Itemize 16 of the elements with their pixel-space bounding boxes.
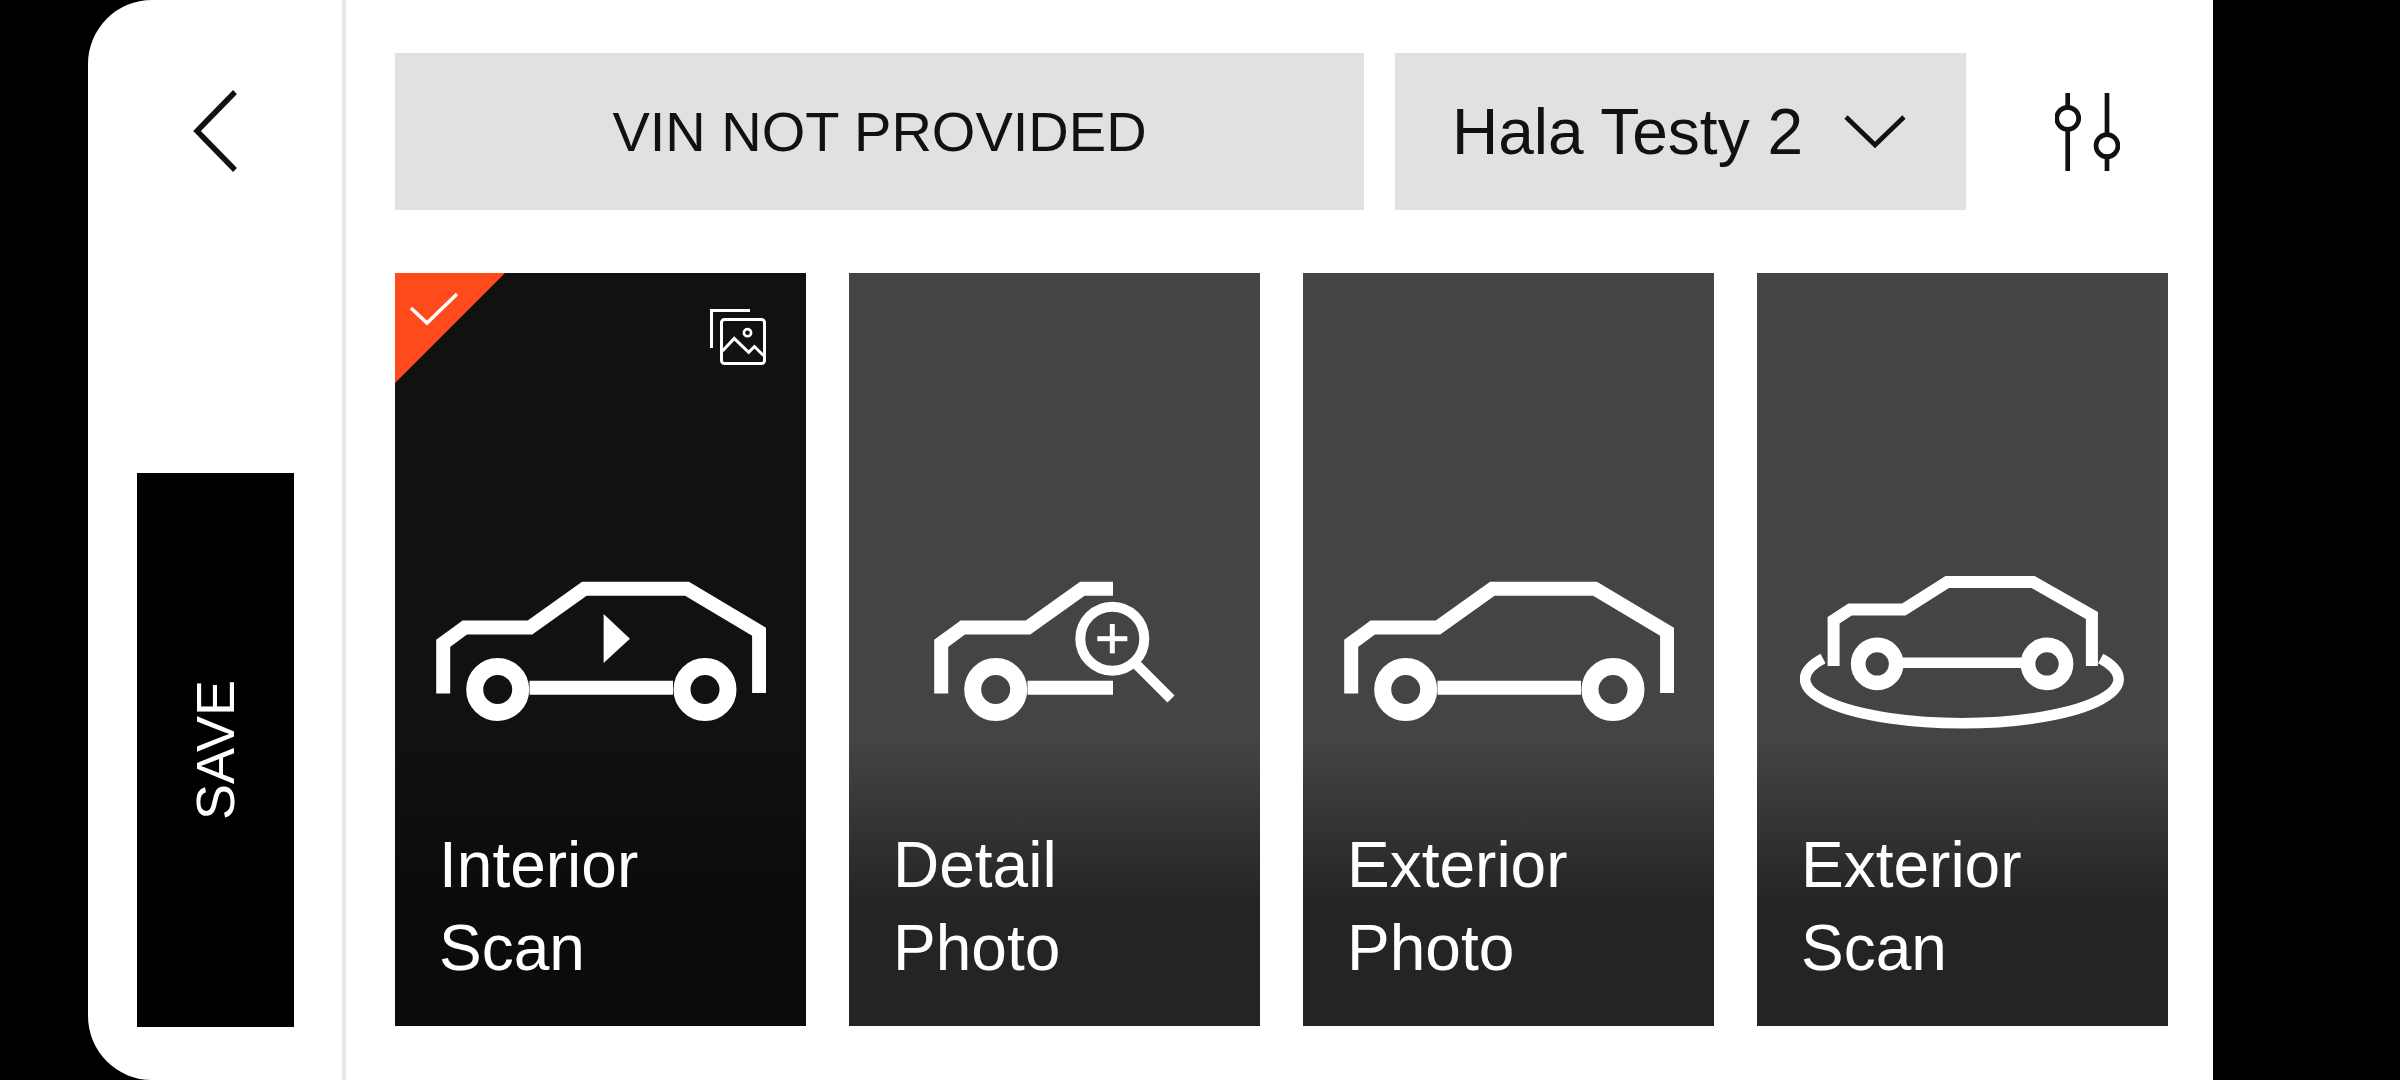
- car-with-magnifier-icon: [934, 581, 1175, 722]
- capture-mode-tile[interactable]: Exterior Photo: [1303, 273, 1714, 1026]
- save-button[interactable]: SAVE: [136, 473, 294, 1027]
- capture-mode-tile[interactable]: Interior Scan: [395, 273, 806, 1026]
- settings-sliders-icon[interactable]: [2055, 92, 2120, 171]
- chevron-down-icon: [1844, 115, 1906, 148]
- back-icon[interactable]: [193, 90, 237, 172]
- selected-check-icon: [395, 273, 505, 383]
- car-icon: [1343, 581, 1674, 722]
- capture-mode-tile[interactable]: Detail Photo: [849, 273, 1260, 1026]
- car-on-platform-icon: [1800, 576, 2125, 729]
- vin-button[interactable]: VIN NOT PROVIDED: [395, 53, 1364, 210]
- image-gallery-icon[interactable]: [710, 309, 766, 365]
- capture-mode-tile[interactable]: Exterior Scan: [1757, 273, 2168, 1026]
- location-dropdown[interactable]: Hala Testy 2: [1395, 53, 1966, 210]
- car-with-play-icon: [435, 581, 766, 722]
